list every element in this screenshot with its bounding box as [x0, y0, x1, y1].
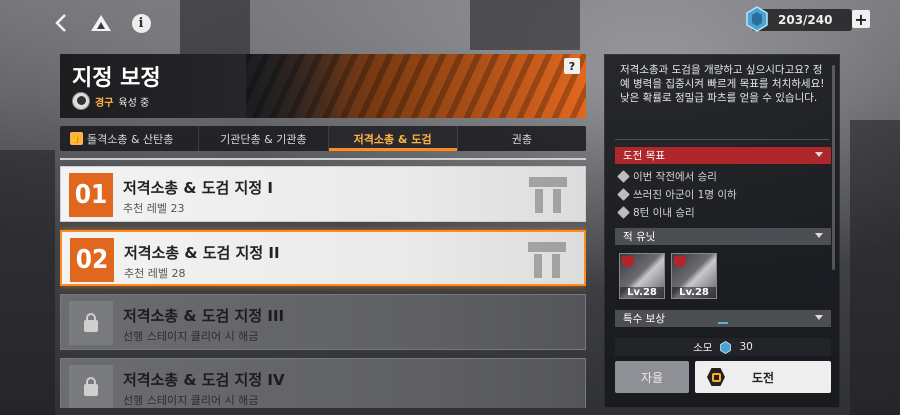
- cost-label: 소모: [693, 341, 713, 354]
- objective-text: 8턴 이내 승리: [633, 207, 695, 219]
- rewards-header[interactable]: 특수 보상: [615, 310, 831, 327]
- lock-icon: [84, 313, 98, 332]
- challenge-hex-icon: [707, 368, 725, 386]
- help-button[interactable]: ?: [564, 58, 580, 74]
- stage-recommended-level: 추천 레벨 28: [124, 267, 186, 280]
- objectives-header[interactable]: 도전 목표: [615, 147, 831, 164]
- info-button[interactable]: i: [126, 8, 156, 38]
- add-stamina-button[interactable]: +: [852, 10, 870, 29]
- stamina-gem-icon: [720, 340, 732, 354]
- enemy-faction-icon: [622, 256, 634, 268]
- tab-label: 권총: [511, 132, 532, 146]
- enemy-faction-icon: [674, 256, 686, 268]
- stage-name: 저격소총 & 도검 지정 I: [123, 179, 273, 197]
- challenge-button[interactable]: 도전: [695, 361, 831, 393]
- stage-emblem-icon: [528, 242, 566, 278]
- reward-indicator: [615, 322, 831, 324]
- objective-item: 8턴 이내 승리: [617, 205, 695, 220]
- caret-down-icon: [815, 152, 823, 157]
- cost-row: 소모 30: [615, 338, 831, 356]
- stage-recommended-level: 추천 레벨 23: [123, 202, 185, 215]
- cost-value: 30: [739, 341, 753, 353]
- stage-list: 01 저격소총 & 도검 지정 I 추천 레벨 23 02 저격소총 & 도검 …: [60, 158, 586, 408]
- stage-unlock-hint: 선행 스테이지 클리어 시 해금: [123, 394, 259, 407]
- diamond-bullet-icon: [617, 206, 630, 219]
- tab-assault-shotgun[interactable]: 👍 돌격소총 & 산탄총: [60, 126, 200, 151]
- objective-text: 이번 작전에서 승리: [633, 171, 717, 183]
- tab-smg-mg[interactable]: 기관단총 & 기관총: [199, 126, 329, 151]
- objective-item: 쓰러진 아군이 1명 이하: [617, 187, 737, 202]
- objective-item: 이번 작전에서 승리: [617, 169, 717, 184]
- avatar: [72, 92, 90, 110]
- divider: [615, 139, 829, 140]
- stamina-counter: 203/240: [746, 6, 852, 32]
- chevron-left-icon: [55, 14, 66, 32]
- thumbs-up-icon: 👍: [70, 132, 83, 145]
- enemy-level: Lv.28: [672, 287, 716, 298]
- weapon-tabs: 👍 돌격소총 & 산탄총 기관단총 & 기관총 저격소총 & 도검 권총: [60, 126, 586, 151]
- tab-label: 돌격소총 & 산탄총: [87, 132, 174, 146]
- role-status: 육성 중: [118, 97, 150, 109]
- objectives-title: 도전 목표: [623, 150, 665, 162]
- home-button[interactable]: [86, 8, 116, 38]
- tab-label: 기관단총 & 기관총: [220, 132, 307, 146]
- stage-name: 저격소총 & 도검 지정 IV: [123, 371, 285, 389]
- stage-item-locked[interactable]: 저격소총 & 도검 지정 III 선행 스테이지 클리어 시 해금: [60, 294, 586, 350]
- role-line: 경구 육성 중: [72, 92, 149, 110]
- auto-battle-button[interactable]: 자율: [615, 361, 689, 393]
- stage-item-locked[interactable]: 저격소총 & 도검 지정 IV 선행 스테이지 클리어 시 해금: [60, 358, 586, 408]
- enemies-title: 적 유닛: [623, 231, 656, 243]
- stage-number: 01: [69, 173, 113, 217]
- stage-lock-box: [69, 365, 113, 408]
- enemy-list: Lv.28 Lv.28: [619, 253, 717, 299]
- back-button[interactable]: [46, 8, 76, 38]
- tab-label: 저격소총 & 도검: [353, 132, 432, 146]
- caret-down-icon: [815, 315, 823, 320]
- stage-detail-panel: 저격소총과 도검을 개량하고 싶으시다고요? 정예 병력을 집중시켜 빠르게 목…: [604, 54, 840, 408]
- info-icon: i: [131, 13, 151, 33]
- diamond-bullet-icon: [617, 188, 630, 201]
- header-art: [246, 54, 586, 118]
- tab-pistol[interactable]: 권총: [458, 126, 586, 151]
- objective-text: 쓰러진 아군이 1명 이하: [633, 189, 737, 201]
- stage-name: 저격소총 & 도검 지정 III: [123, 307, 285, 325]
- lock-icon: [84, 377, 98, 396]
- enemy-unit[interactable]: Lv.28: [619, 253, 665, 299]
- triangle-logo-icon: [91, 15, 111, 31]
- enemy-level: Lv.28: [620, 287, 664, 298]
- tab-sniper-sword[interactable]: 저격소총 & 도검: [328, 126, 458, 151]
- diamond-bullet-icon: [617, 170, 630, 183]
- stage-number: 02: [70, 238, 114, 282]
- role-highlight: 경구: [95, 97, 114, 109]
- stage-emblem-icon: [529, 177, 567, 213]
- stage-lock-box: [69, 301, 113, 345]
- stamina-gem-icon: [746, 6, 768, 32]
- stage-name: 저격소총 & 도검 지정 II: [124, 244, 280, 262]
- stage-unlock-hint: 선행 스테이지 클리어 시 해금: [123, 330, 259, 343]
- stamina-value: 203/240: [778, 13, 833, 27]
- page-header: 지정 보정 경구 육성 중 ?: [60, 54, 586, 118]
- top-bar: i: [46, 8, 156, 38]
- caret-down-icon: [815, 233, 823, 238]
- stage-item[interactable]: 01 저격소총 & 도검 지정 I 추천 레벨 23: [60, 166, 586, 222]
- stage-description: 저격소총과 도검을 개량하고 싶으시다고요? 정예 병력을 집중시켜 빠르게 목…: [620, 64, 825, 104]
- enemy-unit[interactable]: Lv.28: [671, 253, 717, 299]
- scrollbar[interactable]: [832, 65, 835, 270]
- enemies-header[interactable]: 적 유닛: [615, 228, 831, 245]
- stage-item[interactable]: 02 저격소총 & 도검 지정 II 추천 레벨 28: [60, 230, 586, 286]
- challenge-label: 도전: [751, 370, 775, 385]
- page-title: 지정 보정: [72, 66, 161, 91]
